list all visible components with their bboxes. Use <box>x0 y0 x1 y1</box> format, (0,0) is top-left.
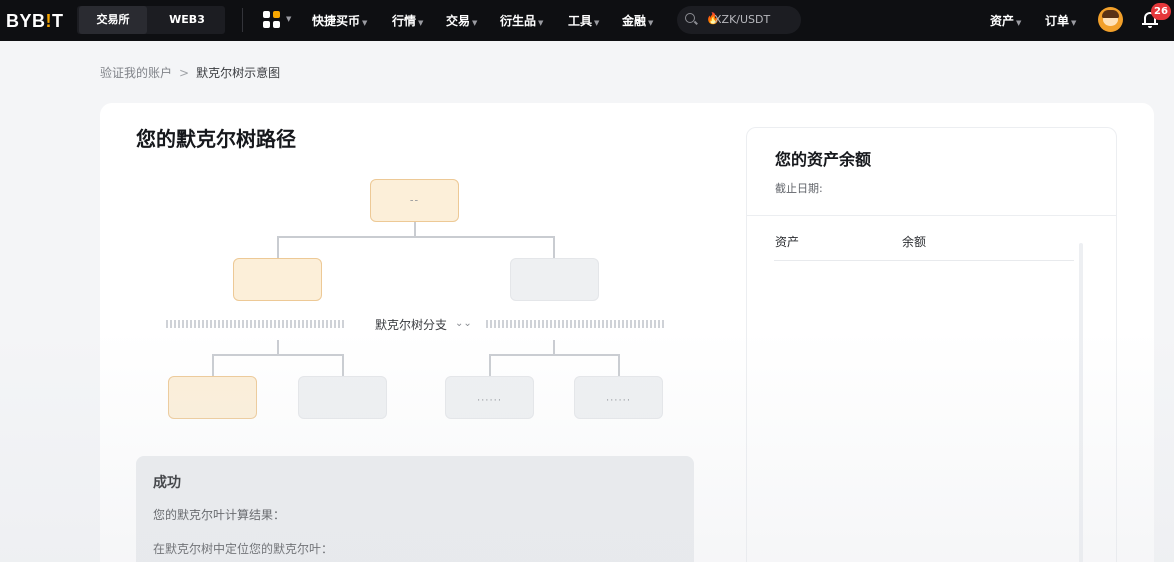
tree-connector <box>277 340 279 354</box>
tree-leaf-node: ...... <box>574 376 663 419</box>
tree-leaf-node <box>298 376 387 419</box>
node-value: ...... <box>605 392 632 403</box>
column-header-balance: 余额 <box>902 235 927 249</box>
panel-title: 您的资产余额 <box>775 150 872 169</box>
chevron-down-icon: ▼ <box>286 15 292 23</box>
logo-text-1: BYB <box>6 11 46 31</box>
tree-connector <box>277 236 279 259</box>
page-title: 您的默克尔树路径 <box>136 127 296 151</box>
chevron-down-icon: ▼ <box>472 19 478 27</box>
nav-trade[interactable]: 交易 ▼ <box>446 12 477 29</box>
search-placeholder: XZK/USDT <box>714 13 771 26</box>
bybit-logo[interactable]: BYB!T <box>6 11 64 32</box>
search-icon <box>685 13 695 23</box>
result-leaf-hash-label: 您的默克尔叶计算结果： <box>153 508 286 522</box>
tree-leaf-node <box>168 376 257 419</box>
as-of-date-label: 截止日期: <box>775 182 823 195</box>
tree-root-node: -- <box>370 179 459 222</box>
tree-connector <box>489 354 491 377</box>
nav-finance[interactable]: 金融 ▼ <box>622 12 653 29</box>
chevron-down-icon: ▼ <box>648 19 654 27</box>
breadcrumb-current: 默克尔树示意图 <box>196 66 281 80</box>
chevron-down-icon: ▼ <box>1016 19 1022 27</box>
breadcrumb-separator: > <box>179 66 190 80</box>
top-navigation-bar: BYB!T 交易所 WEB3 ▼ 快捷买币 ▼ 行情 ▼ 交易 ▼ 衍生品 ▼ 工具 ▼ … <box>0 0 1174 41</box>
double-chevron-down-icon[interactable]: ⌄⌄ <box>455 318 472 329</box>
branch-divider <box>166 320 346 328</box>
chevron-down-icon: ▼ <box>362 19 368 27</box>
chevron-down-icon: ▼ <box>594 19 600 27</box>
chevron-down-icon: ▼ <box>1071 19 1077 27</box>
tree-node-left <box>233 258 322 301</box>
tree-connector <box>212 354 343 356</box>
result-title: 成功 <box>153 475 181 491</box>
search-input[interactable]: 🔥 XZK/USDT <box>677 6 801 34</box>
panel-divider <box>747 215 1116 216</box>
tab-web3[interactable]: WEB3 <box>151 6 223 34</box>
nav-markets[interactable]: 行情 ▼ <box>392 12 423 29</box>
nav-divider <box>242 8 243 32</box>
tree-connector <box>553 236 555 259</box>
nav-assets[interactable]: 资产 ▼ <box>990 12 1021 29</box>
node-value: ...... <box>476 392 503 403</box>
table-header-divider <box>774 260 1074 261</box>
chevron-down-icon: ▼ <box>418 19 424 27</box>
tree-connector <box>342 354 344 377</box>
avatar[interactable] <box>1098 7 1123 32</box>
tree-connector <box>489 354 619 356</box>
tree-connector <box>414 222 416 236</box>
tree-node-right <box>510 258 599 301</box>
node-value: -- <box>409 195 420 206</box>
tree-connector <box>553 340 555 354</box>
tree-connector <box>618 354 620 377</box>
result-leaf-position-label: 在默克尔树中定位您的默克尔叶： <box>153 542 334 556</box>
nav-tools[interactable]: 工具 ▼ <box>568 12 599 29</box>
notification-badge: 26 <box>1151 3 1171 20</box>
logo-text-3: T <box>52 11 64 31</box>
nav-quick-buy[interactable]: 快捷买币 ▼ <box>312 12 367 29</box>
merkle-branch-label[interactable]: 默克尔树分支 <box>375 316 447 333</box>
tree-connector <box>277 236 554 238</box>
breadcrumb: 验证我的账户 > 默克尔树示意图 <box>100 64 280 81</box>
column-header-asset: 资产 <box>775 235 800 249</box>
breadcrumb-parent[interactable]: 验证我的账户 <box>100 66 172 80</box>
tree-connector <box>212 354 214 377</box>
nav-derivatives[interactable]: 衍生品 ▼ <box>500 12 543 29</box>
nav-orders[interactable]: 订单 ▼ <box>1045 12 1076 29</box>
apps-icon[interactable] <box>263 11 281 29</box>
tree-leaf-node: ...... <box>445 376 534 419</box>
tab-exchange[interactable]: 交易所 <box>79 6 147 34</box>
chevron-down-icon: ▼ <box>538 19 544 27</box>
branch-divider <box>486 320 666 328</box>
scrollbar[interactable] <box>1075 243 1087 562</box>
